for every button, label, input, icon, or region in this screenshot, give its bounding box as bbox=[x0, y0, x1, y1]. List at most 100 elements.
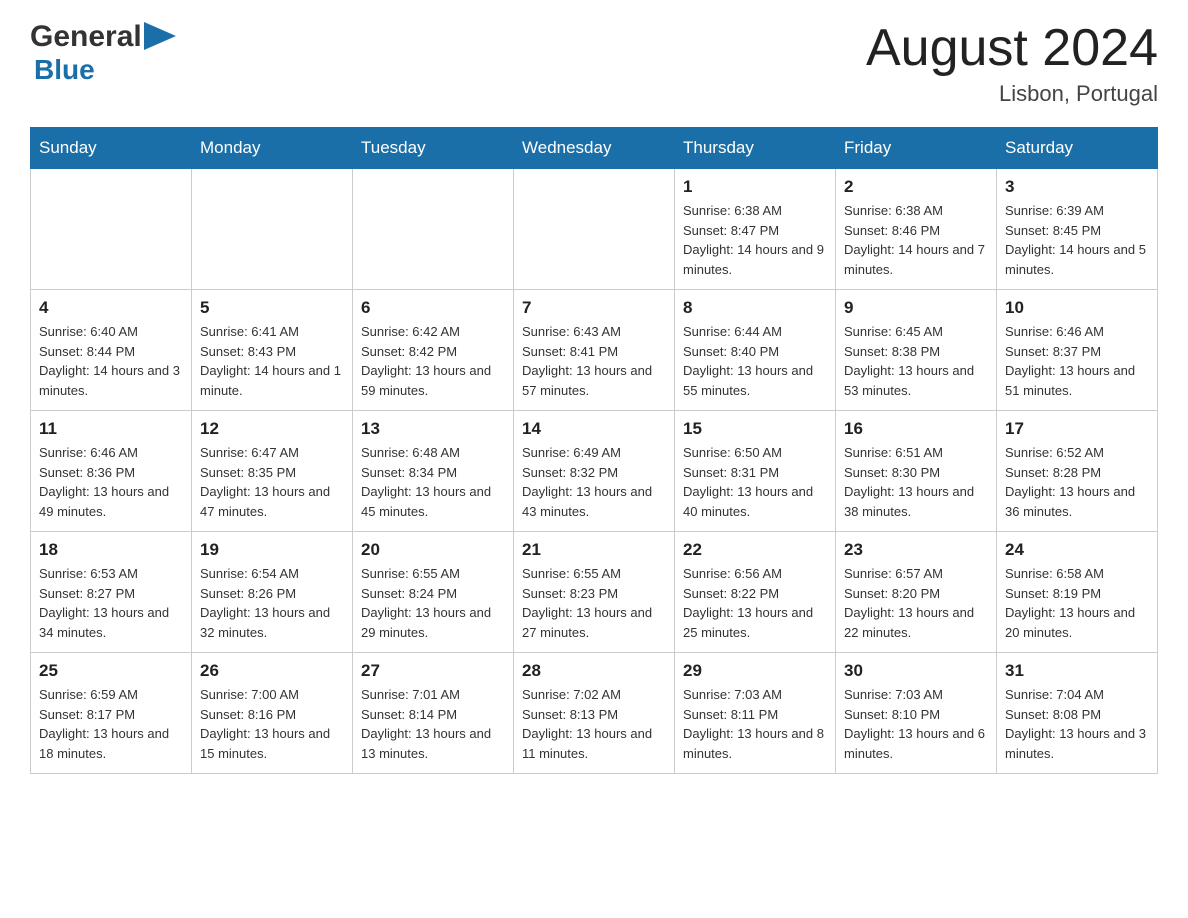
day-number: 30 bbox=[844, 661, 988, 681]
table-row: 12Sunrise: 6:47 AM Sunset: 8:35 PM Dayli… bbox=[192, 411, 353, 532]
day-number: 12 bbox=[200, 419, 344, 439]
day-info: Sunrise: 7:03 AM Sunset: 8:10 PM Dayligh… bbox=[844, 685, 988, 763]
header-thursday: Thursday bbox=[675, 128, 836, 169]
day-info: Sunrise: 6:52 AM Sunset: 8:28 PM Dayligh… bbox=[1005, 443, 1149, 521]
table-row bbox=[514, 169, 675, 290]
day-info: Sunrise: 6:41 AM Sunset: 8:43 PM Dayligh… bbox=[200, 322, 344, 400]
day-number: 11 bbox=[39, 419, 183, 439]
day-number: 13 bbox=[361, 419, 505, 439]
day-info: Sunrise: 6:44 AM Sunset: 8:40 PM Dayligh… bbox=[683, 322, 827, 400]
week-row-3: 11 Sunrise: 6:46 AM Sunset: 8:36 PM Dayli… bbox=[31, 411, 1158, 532]
day-info: Sunrise: 7:01 AM Sunset: 8:14 PM Dayligh… bbox=[361, 685, 505, 763]
table-row: 2 Sunrise: 6:38 AM Sunset: 8:46 PM Daylig… bbox=[836, 169, 997, 290]
title-section: August 2024 Lisbon, Portugal bbox=[866, 20, 1158, 107]
table-row: 29 Sunrise: 7:03 AM Sunset: 8:11 PM Dayli… bbox=[675, 653, 836, 774]
logo-general-text: General bbox=[30, 20, 142, 54]
day-number: 17 bbox=[1005, 419, 1149, 439]
day-info: Sunrise: 7:03 AM Sunset: 8:11 PM Dayligh… bbox=[683, 685, 827, 763]
table-row bbox=[192, 169, 353, 290]
day-number: 29 bbox=[683, 661, 827, 681]
logo-flag-icon bbox=[144, 22, 176, 50]
week-row-1: 1Sunrise: 6:38 AM Sunset: 8:47 PM Daylig… bbox=[31, 169, 1158, 290]
table-row: 17 Sunrise: 6:52 AM Sunset: 8:28 PM Dayli… bbox=[997, 411, 1158, 532]
table-row: 9 Sunrise: 6:45 AM Sunset: 8:38 PM Daylig… bbox=[836, 290, 997, 411]
table-row: 25Sunrise: 6:59 AM Sunset: 8:17 PM Dayli… bbox=[31, 653, 192, 774]
day-info: Sunrise: 6:43 AM Sunset: 8:41 PM Dayligh… bbox=[522, 322, 666, 400]
day-info: Sunrise: 7:02 AM Sunset: 8:13 PM Dayligh… bbox=[522, 685, 666, 763]
table-row: 24 Sunrise: 6:58 AM Sunset: 8:19 PM Dayli… bbox=[997, 532, 1158, 653]
table-row: 22Sunrise: 6:56 AM Sunset: 8:22 PM Dayli… bbox=[675, 532, 836, 653]
day-info: Sunrise: 6:46 AM Sunset: 8:37 PM Dayligh… bbox=[1005, 322, 1149, 400]
day-number: 15 bbox=[683, 419, 827, 439]
table-row: 10 Sunrise: 6:46 AM Sunset: 8:37 PM Dayli… bbox=[997, 290, 1158, 411]
header-friday: Friday bbox=[836, 128, 997, 169]
day-number: 24 bbox=[1005, 540, 1149, 560]
table-row: 19Sunrise: 6:54 AM Sunset: 8:26 PM Dayli… bbox=[192, 532, 353, 653]
day-number: 31 bbox=[1005, 661, 1149, 681]
table-row: 5 Sunrise: 6:41 AM Sunset: 8:43 PM Daylig… bbox=[192, 290, 353, 411]
week-row-5: 25Sunrise: 6:59 AM Sunset: 8:17 PM Dayli… bbox=[31, 653, 1158, 774]
day-info: Sunrise: 6:57 AM Sunset: 8:20 PM Dayligh… bbox=[844, 564, 988, 642]
table-row: 1Sunrise: 6:38 AM Sunset: 8:47 PM Daylig… bbox=[675, 169, 836, 290]
day-number: 20 bbox=[361, 540, 505, 560]
day-info: Sunrise: 6:55 AM Sunset: 8:23 PM Dayligh… bbox=[522, 564, 666, 642]
day-info: Sunrise: 6:38 AM Sunset: 8:46 PM Dayligh… bbox=[844, 201, 988, 279]
logo-line1: General bbox=[30, 20, 176, 54]
day-info: Sunrise: 6:42 AM Sunset: 8:42 PM Dayligh… bbox=[361, 322, 505, 400]
day-number: 6 bbox=[361, 298, 505, 318]
weekday-header-row: Sunday Monday Tuesday Wednesday Thursday… bbox=[31, 128, 1158, 169]
day-number: 28 bbox=[522, 661, 666, 681]
table-row: 13Sunrise: 6:48 AM Sunset: 8:34 PM Dayli… bbox=[353, 411, 514, 532]
day-number: 4 bbox=[39, 298, 183, 318]
table-row: 18Sunrise: 6:53 AM Sunset: 8:27 PM Dayli… bbox=[31, 532, 192, 653]
day-info: Sunrise: 6:51 AM Sunset: 8:30 PM Dayligh… bbox=[844, 443, 988, 521]
day-info: Sunrise: 7:00 AM Sunset: 8:16 PM Dayligh… bbox=[200, 685, 344, 763]
logo: General Blue bbox=[30, 20, 176, 86]
table-row: 26Sunrise: 7:00 AM Sunset: 8:16 PM Dayli… bbox=[192, 653, 353, 774]
table-row: 20 Sunrise: 6:55 AM Sunset: 8:24 PM Dayli… bbox=[353, 532, 514, 653]
day-number: 5 bbox=[200, 298, 344, 318]
day-number: 9 bbox=[844, 298, 988, 318]
page-header: General Blue August 2024 Lisbon, Portuga… bbox=[30, 20, 1158, 107]
day-number: 22 bbox=[683, 540, 827, 560]
day-info: Sunrise: 6:53 AM Sunset: 8:27 PM Dayligh… bbox=[39, 564, 183, 642]
header-saturday: Saturday bbox=[997, 128, 1158, 169]
day-number: 7 bbox=[522, 298, 666, 318]
day-number: 1 bbox=[683, 177, 827, 197]
location: Lisbon, Portugal bbox=[866, 81, 1158, 107]
day-info: Sunrise: 6:40 AM Sunset: 8:44 PM Dayligh… bbox=[39, 322, 183, 400]
day-info: Sunrise: 6:45 AM Sunset: 8:38 PM Dayligh… bbox=[844, 322, 988, 400]
day-number: 8 bbox=[683, 298, 827, 318]
table-row: 7 Sunrise: 6:43 AM Sunset: 8:41 PM Daylig… bbox=[514, 290, 675, 411]
day-info: Sunrise: 6:59 AM Sunset: 8:17 PM Dayligh… bbox=[39, 685, 183, 763]
day-number: 23 bbox=[844, 540, 988, 560]
table-row: 6 Sunrise: 6:42 AM Sunset: 8:42 PM Daylig… bbox=[353, 290, 514, 411]
table-row: 4 Sunrise: 6:40 AM Sunset: 8:44 PM Daylig… bbox=[31, 290, 192, 411]
day-number: 21 bbox=[522, 540, 666, 560]
day-info: Sunrise: 6:54 AM Sunset: 8:26 PM Dayligh… bbox=[200, 564, 344, 642]
day-info: Sunrise: 6:46 AM Sunset: 8:36 PM Dayligh… bbox=[39, 443, 183, 521]
logo-blue-text: Blue bbox=[34, 54, 176, 86]
day-number: 2 bbox=[844, 177, 988, 197]
day-number: 10 bbox=[1005, 298, 1149, 318]
table-row: 28 Sunrise: 7:02 AM Sunset: 8:13 PM Dayli… bbox=[514, 653, 675, 774]
day-info: Sunrise: 6:58 AM Sunset: 8:19 PM Dayligh… bbox=[1005, 564, 1149, 642]
header-wednesday: Wednesday bbox=[514, 128, 675, 169]
table-row: 16Sunrise: 6:51 AM Sunset: 8:30 PM Dayli… bbox=[836, 411, 997, 532]
header-sunday: Sunday bbox=[31, 128, 192, 169]
table-row: 11 Sunrise: 6:46 AM Sunset: 8:36 PM Dayli… bbox=[31, 411, 192, 532]
day-info: Sunrise: 7:04 AM Sunset: 8:08 PM Dayligh… bbox=[1005, 685, 1149, 763]
day-number: 3 bbox=[1005, 177, 1149, 197]
table-row: 30 Sunrise: 7:03 AM Sunset: 8:10 PM Dayli… bbox=[836, 653, 997, 774]
logo-wrapper: General Blue bbox=[30, 20, 176, 86]
day-info: Sunrise: 6:55 AM Sunset: 8:24 PM Dayligh… bbox=[361, 564, 505, 642]
calendar-table: Sunday Monday Tuesday Wednesday Thursday… bbox=[30, 127, 1158, 774]
table-row: 27 Sunrise: 7:01 AM Sunset: 8:14 PM Dayli… bbox=[353, 653, 514, 774]
table-row: 8 Sunrise: 6:44 AM Sunset: 8:40 PM Daylig… bbox=[675, 290, 836, 411]
day-info: Sunrise: 6:50 AM Sunset: 8:31 PM Dayligh… bbox=[683, 443, 827, 521]
day-number: 27 bbox=[361, 661, 505, 681]
day-info: Sunrise: 6:49 AM Sunset: 8:32 PM Dayligh… bbox=[522, 443, 666, 521]
table-row: 14Sunrise: 6:49 AM Sunset: 8:32 PM Dayli… bbox=[514, 411, 675, 532]
week-row-4: 18Sunrise: 6:53 AM Sunset: 8:27 PM Dayli… bbox=[31, 532, 1158, 653]
day-info: Sunrise: 6:39 AM Sunset: 8:45 PM Dayligh… bbox=[1005, 201, 1149, 279]
